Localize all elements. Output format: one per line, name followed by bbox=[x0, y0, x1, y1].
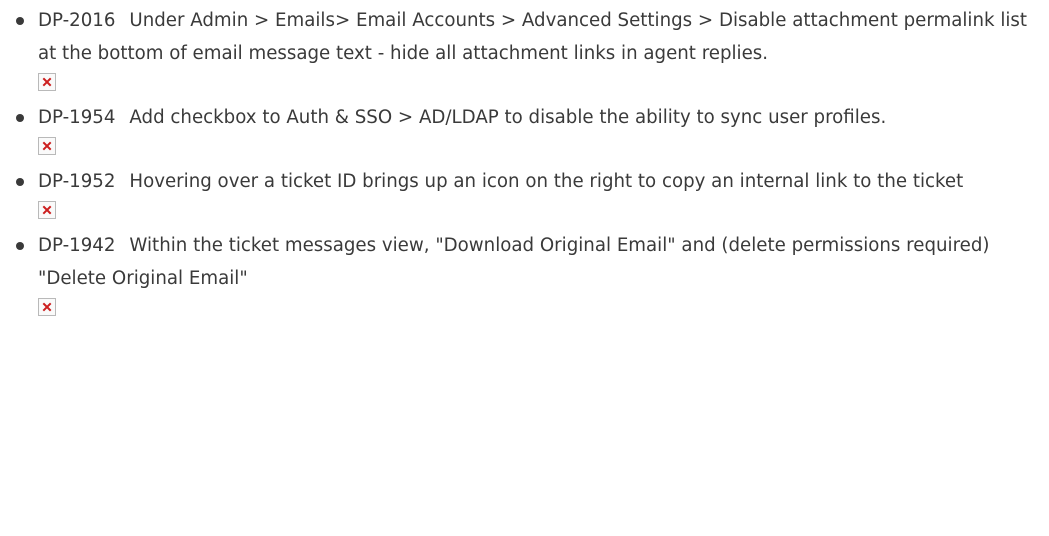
item-description: Within the ticket messages view, "Downlo… bbox=[38, 235, 990, 289]
list-item-text: DP-1954 Add checkbox to Auth & SSO > AD/L… bbox=[38, 101, 1034, 134]
broken-image-icon bbox=[38, 137, 56, 155]
broken-image-icon bbox=[38, 201, 56, 219]
list-item: DP-1954 Add checkbox to Auth & SSO > AD/L… bbox=[14, 101, 1034, 155]
item-description: Hovering over a ticket ID brings up an i… bbox=[129, 171, 964, 192]
ticket-id: DP-1952 bbox=[38, 171, 116, 192]
list-item-text: DP-2016 Under Admin > Emails> Email Accou… bbox=[38, 4, 1034, 70]
bullet-icon bbox=[16, 242, 24, 250]
bullet-icon bbox=[16, 17, 24, 25]
bullet-icon bbox=[16, 114, 24, 122]
broken-image-icon bbox=[38, 298, 56, 316]
broken-image-icon bbox=[38, 73, 56, 91]
release-notes-content: DP-2016 Under Admin > Emails> Email Accou… bbox=[0, 0, 1049, 536]
list-item-text: DP-1952 Hovering over a ticket ID brings … bbox=[38, 165, 1034, 198]
ticket-id: DP-1942 bbox=[38, 235, 116, 256]
list-item: DP-2016 Under Admin > Emails> Email Accou… bbox=[14, 4, 1034, 91]
item-description: Add checkbox to Auth & SSO > AD/LDAP to … bbox=[129, 107, 887, 128]
list-item: DP-1942 Within the ticket messages view, … bbox=[14, 229, 1034, 316]
bullet-icon bbox=[16, 178, 24, 186]
ticket-id: DP-2016 bbox=[38, 10, 116, 31]
list-item-text: DP-1942 Within the ticket messages view, … bbox=[38, 229, 1034, 295]
release-notes-list: DP-2016 Under Admin > Emails> Email Accou… bbox=[14, 4, 1034, 326]
list-item: DP-1952 Hovering over a ticket ID brings … bbox=[14, 165, 1034, 219]
ticket-id: DP-1954 bbox=[38, 107, 116, 128]
item-description: Under Admin > Emails> Email Accounts > A… bbox=[38, 10, 1028, 64]
